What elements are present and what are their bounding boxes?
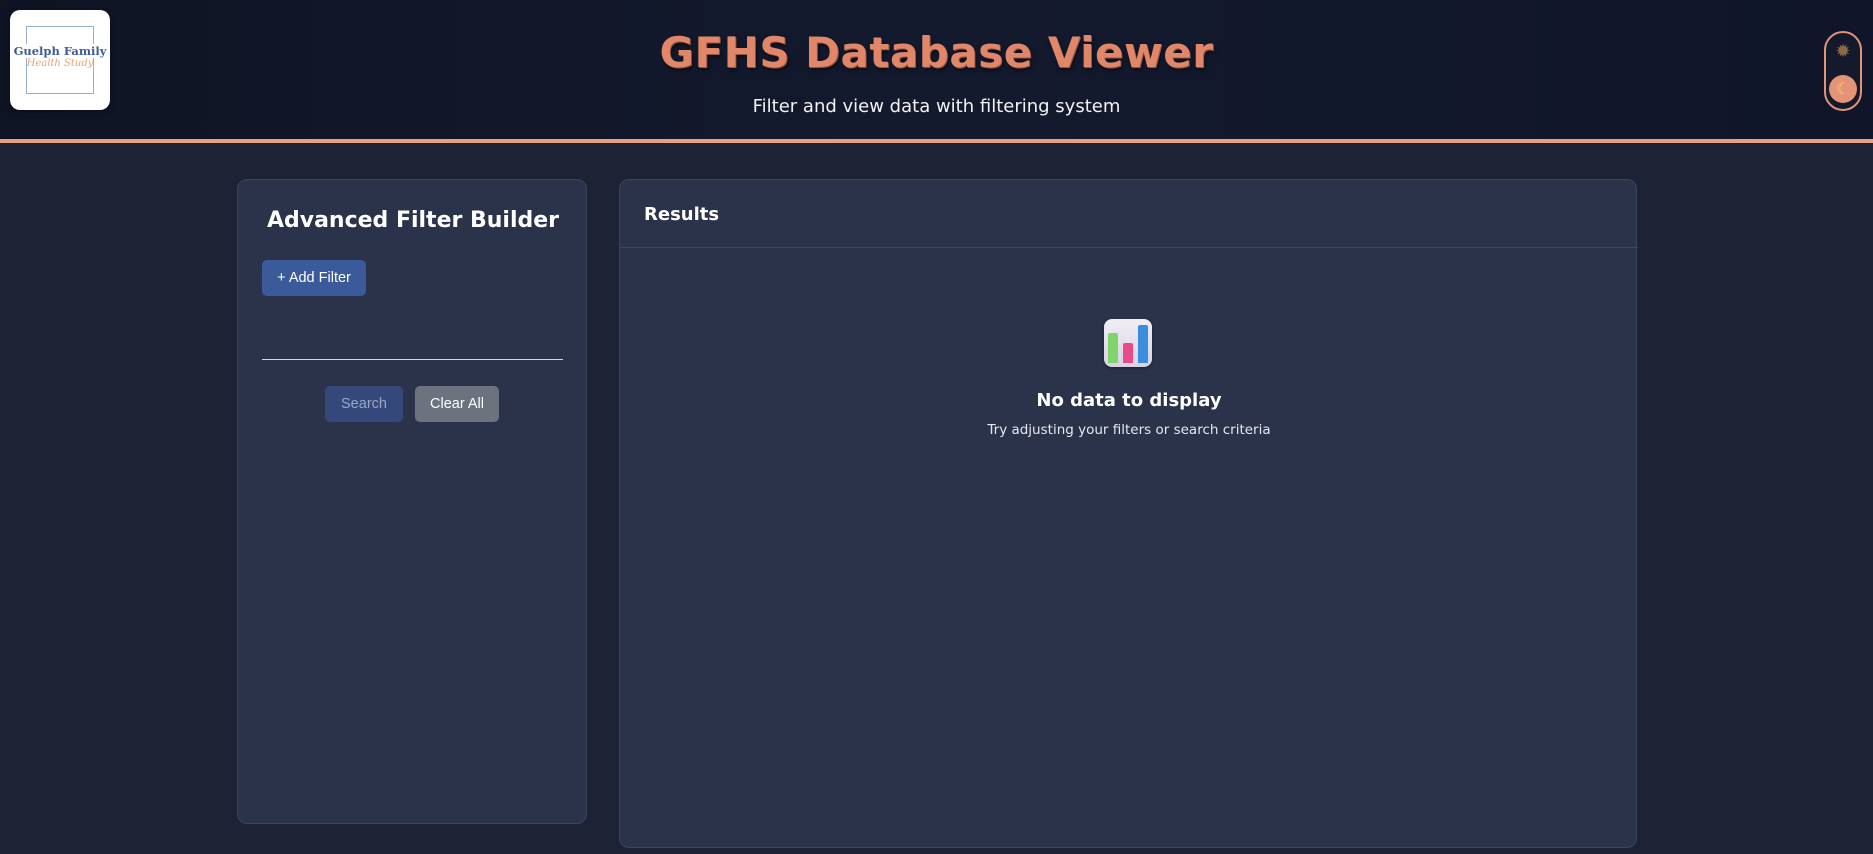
- results-header: Results: [620, 180, 1638, 248]
- filter-builder-panel: Advanced Filter Builder + Add Filter Sea…: [237, 179, 587, 824]
- empty-state-subtitle: Try adjusting your filters or search cri…: [987, 422, 1271, 438]
- search-button[interactable]: Search: [325, 386, 403, 422]
- filter-divider: [262, 359, 563, 360]
- empty-state-title: No data to display: [1036, 390, 1222, 411]
- results-title: Results: [644, 204, 720, 225]
- page-subtitle: Filter and view data with filtering syst…: [752, 96, 1121, 117]
- bar-chart-icon: [1104, 319, 1152, 367]
- results-panel: Results No data to display Try adjusting…: [619, 179, 1638, 848]
- moon-icon[interactable]: ☾: [1829, 75, 1857, 103]
- add-filter-button[interactable]: + Add Filter: [262, 260, 366, 296]
- filter-builder-title: Advanced Filter Builder: [266, 208, 560, 233]
- clear-all-button[interactable]: Clear All: [415, 386, 499, 422]
- app-header: Guelph Family Health Study GFHS Database…: [0, 0, 1873, 143]
- page-title: GFHS Database Viewer: [659, 28, 1214, 77]
- sun-icon[interactable]: ✹: [1833, 42, 1853, 62]
- theme-toggle[interactable]: ✹ ☾: [1824, 31, 1862, 111]
